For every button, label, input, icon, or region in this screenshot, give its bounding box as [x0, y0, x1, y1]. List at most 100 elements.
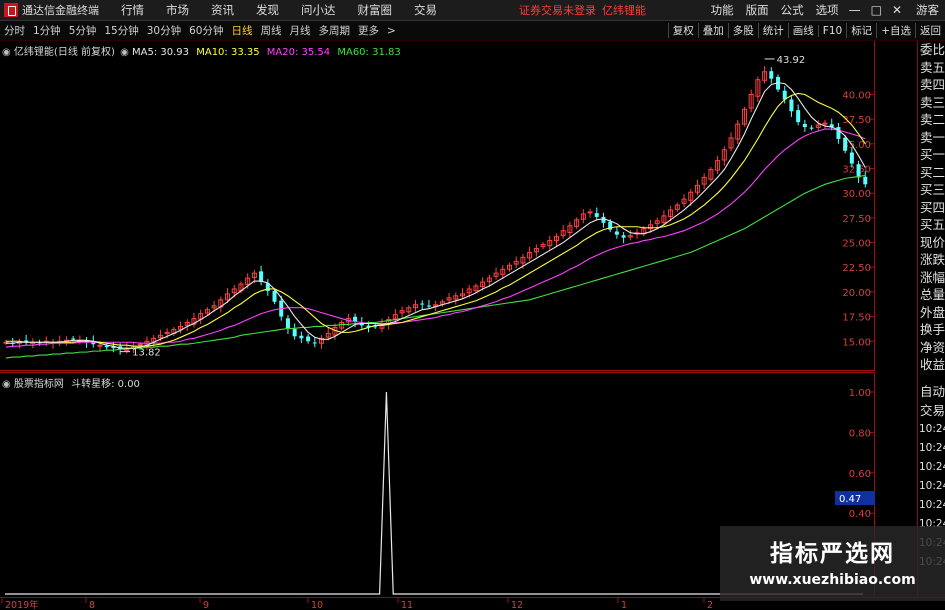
- quote-field-14[interactable]: 总量: [918, 286, 945, 304]
- settings-circle-icon[interactable]: ◉: [2, 47, 11, 58]
- candle: [694, 179, 700, 196]
- candle-body: [614, 231, 619, 235]
- minimize-icon[interactable]: —: [849, 3, 861, 17]
- quote-field-3[interactable]: 卖三: [918, 94, 945, 112]
- candle: [856, 160, 861, 184]
- menu-caifuquan[interactable]: 财富圈: [358, 2, 393, 18]
- btn-fanhui[interactable]: 返回: [915, 23, 945, 38]
- tf-60min[interactable]: 60分钟: [189, 23, 223, 38]
- candle: [674, 202, 680, 212]
- price-tick-label-5: 27.50: [842, 214, 871, 225]
- menu-hangqing[interactable]: 行情: [121, 2, 144, 18]
- date-label-0: 2019年: [5, 599, 39, 610]
- candle: [306, 334, 311, 344]
- candle: [3, 339, 9, 345]
- tf-1min[interactable]: 1分钟: [33, 23, 61, 38]
- quote-field-15[interactable]: 外盘: [918, 304, 945, 322]
- candle-body: [259, 271, 264, 283]
- ma60-line: [5, 174, 866, 359]
- close-icon[interactable]: ✕: [892, 3, 902, 17]
- tf-daily[interactable]: 日线: [232, 23, 253, 38]
- candle: [16, 338, 22, 349]
- quote-field-0[interactable]: 委比: [918, 41, 945, 59]
- login-status[interactable]: 证券交易未登录: [519, 2, 596, 18]
- btn-f10[interactable]: F10: [817, 24, 846, 37]
- quote-field-7[interactable]: 买二: [918, 164, 945, 182]
- quote-field-2[interactable]: 卖四: [918, 76, 945, 94]
- tf-15min[interactable]: 15分钟: [104, 23, 138, 38]
- btn-diejia[interactable]: 叠加: [697, 23, 728, 38]
- candle: [587, 208, 593, 218]
- candle: [191, 312, 197, 328]
- menu-shichang[interactable]: 市场: [166, 2, 189, 18]
- btn-fuquan[interactable]: 复权: [667, 23, 698, 38]
- btn-tongji[interactable]: 统计: [757, 23, 788, 38]
- tf-monthly[interactable]: 月线: [290, 23, 311, 38]
- price-tick-label-6: 30.00: [842, 189, 871, 200]
- tf-5min[interactable]: 5分钟: [69, 23, 97, 38]
- quote-field-11[interactable]: 现价: [918, 234, 945, 252]
- btn-huaxian[interactable]: 画线: [787, 23, 818, 38]
- candle: [413, 299, 419, 312]
- menu-banmian[interactable]: 版面: [746, 2, 769, 18]
- quote-field-5[interactable]: 卖一: [918, 129, 945, 147]
- tf-fenshi[interactable]: 分时: [4, 23, 25, 38]
- menu-gongneng[interactable]: 功能: [711, 2, 734, 18]
- legend-toggle-icon[interactable]: ◉: [120, 47, 129, 58]
- candle: [553, 233, 559, 247]
- kline-chart[interactable]: 15.0017.5020.0022.5025.0027.5030.0032.50…: [0, 41, 875, 371]
- menu-zixun[interactable]: 资讯: [211, 2, 234, 18]
- quote-field-6[interactable]: 买一: [918, 146, 945, 164]
- quote-field-18[interactable]: 收益: [918, 356, 945, 374]
- candle-body: [601, 216, 606, 223]
- chevron-right-icon[interactable]: >: [387, 25, 396, 37]
- btn-biaoji[interactable]: 标记: [846, 23, 876, 38]
- menu-xuanxiang[interactable]: 选项: [816, 2, 839, 18]
- candle: [527, 246, 533, 262]
- candle: [802, 119, 807, 132]
- quote-field-12[interactable]: 涨跌: [918, 251, 945, 269]
- price-tick-label-10: 40.00: [842, 90, 871, 101]
- quote-field-16[interactable]: 换手: [918, 321, 945, 339]
- chart-title: 亿纬锂能(日线 前复权): [13, 47, 115, 58]
- trade-auto[interactable]: 自动: [918, 382, 945, 401]
- maximize-icon[interactable]: □: [871, 3, 882, 17]
- menu-gongshi[interactable]: 公式: [781, 2, 804, 18]
- quote-field-10[interactable]: 买五: [918, 216, 945, 234]
- menu-wenxiaoda[interactable]: 问小达: [301, 2, 336, 18]
- candle: [567, 221, 573, 238]
- ma20-label: MA20: 35.54: [266, 47, 331, 58]
- quote-field-9[interactable]: 买四: [918, 199, 945, 217]
- quote-field-4[interactable]: 卖二: [918, 111, 945, 129]
- tick-time-0: 10:24: [919, 423, 945, 435]
- candle: [459, 288, 465, 300]
- tick-time-1: 10:24: [919, 442, 945, 454]
- quote-field-8[interactable]: 买三: [918, 181, 945, 199]
- quote-field-17[interactable]: 净资: [918, 339, 945, 357]
- candle: [822, 119, 828, 129]
- tf-weekly[interactable]: 周线: [261, 23, 282, 38]
- candle: [493, 267, 499, 280]
- menu-jiaoyi[interactable]: 交易: [414, 2, 437, 18]
- quote-field-13[interactable]: 涨幅: [918, 269, 945, 287]
- candle: [708, 167, 714, 182]
- btn-zixuan[interactable]: +自选: [876, 23, 915, 38]
- candle-body: [843, 137, 848, 151]
- ind-tick-label-1: 0.60: [849, 469, 871, 480]
- period-toolbar: 分时 1分钟 5分钟 15分钟 30分钟 60分钟 日线 周线 月线 多周期 更…: [0, 21, 945, 41]
- candle: [420, 300, 425, 310]
- candle-body: [306, 336, 311, 342]
- tf-multi[interactable]: 多周期: [319, 23, 351, 38]
- ind-tick-label-0: 0.40: [849, 509, 871, 520]
- candle-body: [420, 303, 425, 305]
- indicator-settings-icon[interactable]: ◉: [2, 379, 11, 390]
- trade-label[interactable]: 交易: [918, 401, 945, 420]
- menu-faxian[interactable]: 发现: [256, 2, 279, 18]
- tick-time-4: 10:24: [919, 499, 945, 511]
- quote-field-1[interactable]: 卖五: [918, 59, 945, 77]
- tf-30min[interactable]: 30分钟: [147, 23, 181, 38]
- candle-body: [104, 345, 109, 348]
- user-label[interactable]: 游客: [916, 2, 939, 18]
- btn-duogu[interactable]: 多股: [727, 23, 758, 38]
- tf-more[interactable]: 更多: [358, 23, 379, 38]
